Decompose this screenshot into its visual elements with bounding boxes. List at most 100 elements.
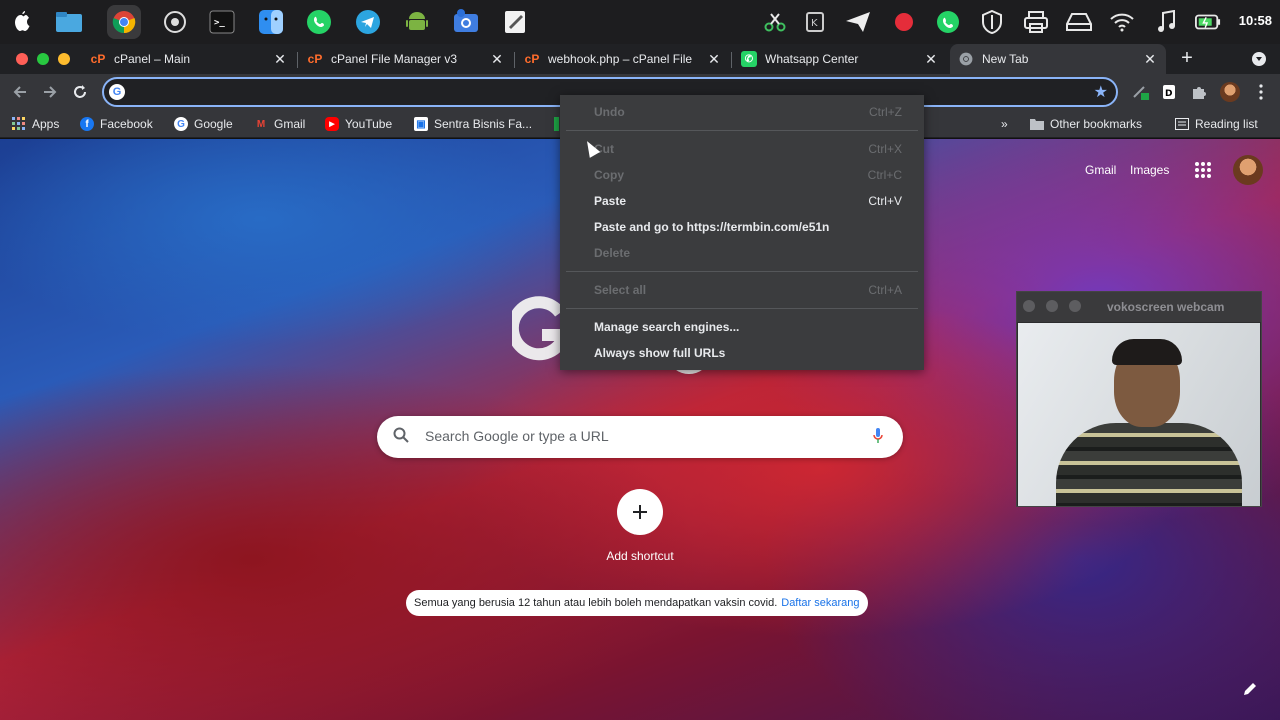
keyboard-icon[interactable]: K: [802, 9, 828, 35]
whatsapp-icon[interactable]: [302, 5, 336, 39]
bookmark-sentra[interactable]: ▣ Sentra Bisnis Fa...: [414, 114, 532, 134]
menu-item-select-all[interactable]: Select all Ctrl+A: [560, 276, 924, 302]
tab-close-icon[interactable]: ✕: [272, 51, 288, 68]
tab-new-tab[interactable]: New Tab ✕: [950, 44, 1166, 74]
profile-avatar[interactable]: [1220, 82, 1240, 102]
printer-icon[interactable]: [1023, 9, 1049, 35]
system-clock[interactable]: 10:58: [1239, 13, 1272, 28]
bookmark-partial-icon[interactable]: [554, 117, 559, 131]
bookmark-apps[interactable]: Apps: [12, 114, 59, 134]
images-link[interactable]: Images: [1130, 163, 1169, 177]
bookmark-other[interactable]: Other bookmarks: [1030, 114, 1142, 134]
customize-pencil-icon[interactable]: [1243, 682, 1257, 699]
youtube-icon: ▶: [325, 117, 339, 131]
add-shortcut-button[interactable]: [617, 489, 663, 535]
add-shortcut-label[interactable]: Add shortcut: [560, 549, 720, 563]
webcam-feed: [1018, 323, 1260, 506]
search-icon: [393, 427, 413, 447]
bookmark-label: Gmail: [274, 117, 306, 131]
extension-document-icon[interactable]: D: [1160, 83, 1178, 101]
text-editor-icon[interactable]: [498, 5, 532, 39]
tab-webhook-php[interactable]: cP webhook.php – cPanel File ✕: [516, 44, 730, 74]
search-placeholder[interactable]: Search Google or type a URL: [425, 428, 609, 444]
telegram-icon[interactable]: [351, 5, 385, 39]
tab-close-icon[interactable]: ✕: [706, 51, 722, 68]
send-icon[interactable]: [845, 9, 871, 35]
files-icon[interactable]: [52, 5, 86, 39]
record-icon[interactable]: [891, 9, 917, 35]
google-icon: G: [174, 117, 188, 131]
reading-list-icon: [1175, 117, 1189, 131]
tab-cpanel-main[interactable]: cP cPanel – Main ✕: [82, 44, 296, 74]
promo-link[interactable]: Daftar sekarang: [781, 597, 859, 609]
tab-close-icon[interactable]: ✕: [489, 51, 505, 68]
tab-cpanel-file-manager[interactable]: cP cPanel File Manager v3 ✕: [299, 44, 513, 74]
menu-item-manage-search-engines[interactable]: Manage search engines...: [560, 313, 924, 339]
context-menu: Undo Ctrl+Z Cut Ctrl+X Copy Ctrl+C Paste…: [560, 95, 924, 370]
screenshot-icon[interactable]: [158, 5, 192, 39]
tab-close-icon[interactable]: ✕: [1142, 51, 1158, 68]
bookmark-google[interactable]: G Google: [174, 114, 233, 134]
voice-search-icon[interactable]: [873, 428, 883, 444]
extension-pen-icon[interactable]: [1132, 83, 1150, 101]
tab-title: cPanel File Manager v3: [331, 52, 458, 66]
menu-item-delete[interactable]: Delete: [560, 239, 924, 265]
reload-button[interactable]: [68, 80, 92, 104]
google-apps-icon[interactable]: [1195, 162, 1211, 178]
tab-title: webhook.php – cPanel File: [548, 52, 693, 66]
tab-close-icon[interactable]: ✕: [923, 51, 939, 68]
wifi-icon[interactable]: [1109, 9, 1135, 35]
apps-grid-icon: [12, 117, 26, 131]
chrome-menu-icon[interactable]: [1252, 83, 1270, 101]
new-tab-button[interactable]: +: [1177, 47, 1197, 71]
gmail-link[interactable]: Gmail: [1085, 163, 1116, 177]
window-close-button[interactable]: [16, 53, 28, 65]
account-avatar[interactable]: [1233, 155, 1263, 185]
menu-item-copy[interactable]: Copy Ctrl+C: [560, 161, 924, 187]
svg-text:K: K: [811, 18, 818, 29]
tab-search-button[interactable]: [1252, 52, 1266, 66]
whatsapp-tray-icon[interactable]: [935, 9, 961, 35]
search-box[interactable]: Search Google or type a URL: [377, 416, 903, 458]
drive-icon[interactable]: [1066, 9, 1092, 35]
forward-button[interactable]: [38, 80, 62, 104]
menu-item-undo[interactable]: Undo Ctrl+Z: [560, 98, 924, 124]
android-studio-icon[interactable]: [400, 5, 434, 39]
tab-whatsapp-center[interactable]: ✆ Whatsapp Center ✕: [733, 44, 947, 74]
shield-icon[interactable]: [979, 9, 1005, 35]
webcam-close-button[interactable]: [1023, 300, 1035, 312]
camera-icon[interactable]: [449, 5, 483, 39]
webcam-title-bar[interactable]: vokoscreen webcam: [1017, 292, 1261, 322]
scissors-icon[interactable]: [762, 9, 788, 35]
window-maximize-button[interactable]: [37, 53, 49, 65]
facebook-icon: f: [80, 117, 94, 131]
battery-icon[interactable]: [1195, 9, 1221, 35]
cpanel-icon: cP: [307, 52, 323, 66]
webcam-minimize-button[interactable]: [1046, 300, 1058, 312]
reading-list-button[interactable]: Reading list: [1175, 114, 1258, 134]
folder-icon: [1030, 117, 1044, 131]
promo-banner: Semua yang berusia 12 tahun atau lebih b…: [406, 590, 868, 616]
webcam-maximize-button[interactable]: [1069, 300, 1081, 312]
bookmark-youtube[interactable]: ▶ YouTube: [325, 114, 392, 134]
menu-item-paste[interactable]: Paste Ctrl+V: [560, 187, 924, 213]
bookmark-label: Apps: [32, 117, 60, 131]
back-button[interactable]: [8, 80, 32, 104]
sentra-icon: ▣: [414, 117, 428, 131]
menu-item-always-show-full-urls[interactable]: Always show full URLs: [560, 339, 924, 365]
chrome-icon: [958, 51, 974, 67]
apple-logo-icon[interactable]: [5, 5, 39, 39]
menu-item-cut[interactable]: Cut Ctrl+X: [560, 135, 924, 161]
menu-item-paste-and-go[interactable]: Paste and go to https://termbin.com/e51n: [560, 213, 924, 239]
extensions-puzzle-icon[interactable]: [1190, 83, 1208, 101]
webcam-window: vokoscreen webcam: [1016, 291, 1262, 507]
music-icon[interactable]: [1153, 9, 1179, 35]
terminal-icon[interactable]: >_: [205, 5, 239, 39]
chrome-icon[interactable]: [107, 5, 141, 39]
window-minimize-button[interactable]: [58, 53, 70, 65]
bookmarks-overflow-button[interactable]: »: [1001, 114, 1008, 134]
bookmark-star-icon[interactable]: ★: [1094, 82, 1108, 102]
bookmark-facebook[interactable]: f Facebook: [80, 114, 153, 134]
bookmark-gmail[interactable]: M Gmail: [254, 114, 306, 134]
finder-icon[interactable]: [254, 5, 288, 39]
